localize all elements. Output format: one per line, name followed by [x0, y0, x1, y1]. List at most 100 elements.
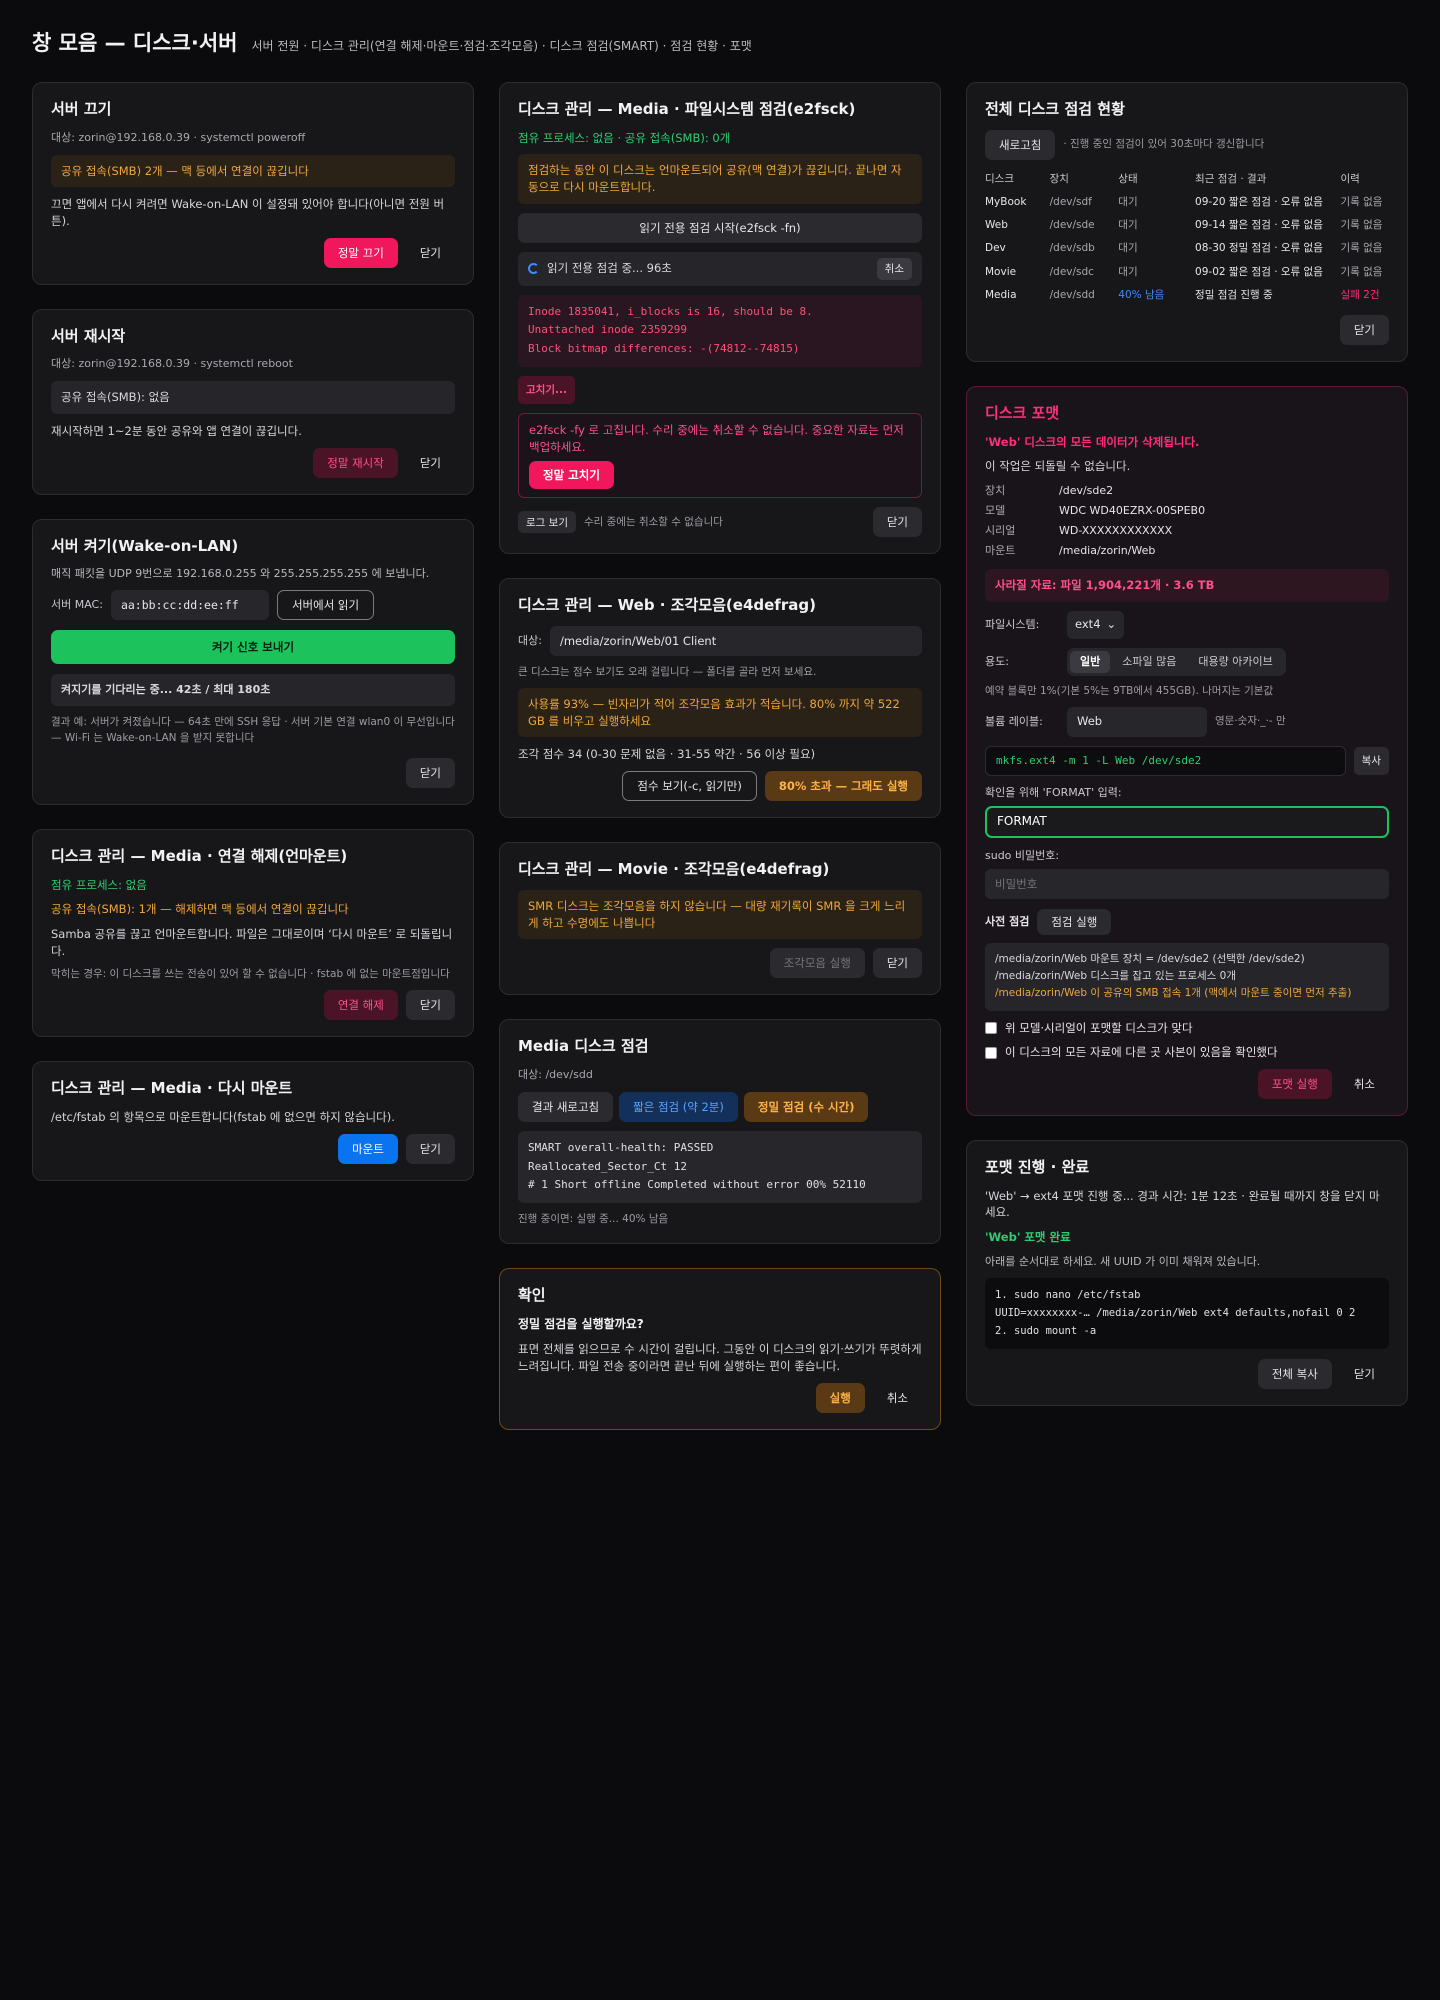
wol-dialog: 서버 켜기(Wake-on-LAN) 매직 패킷을 UDP 9번으로 192.1…: [32, 518, 474, 805]
page-title: 창 모음 — 디스크·서버: [32, 31, 238, 55]
error-line: Block bitmap differences: -(74812--74815…: [528, 342, 800, 356]
error-line: Unattached inode 2359299: [528, 323, 687, 337]
poweroff-dialog: 서버 끄기 대상: zorin@192.168.0.39 · systemctl…: [32, 82, 474, 285]
refresh-button[interactable]: 새로고침: [985, 129, 1056, 160]
page-header: 창 모음 — 디스크·서버 서버 전원 · 디스크 관리(연결 해제·마운트·점…: [32, 28, 752, 58]
smb-info: 공유 접속(SMB): 없음: [51, 381, 455, 415]
output-line: Reallocated_Sector_Ct 12: [528, 1159, 687, 1173]
table-row: Web/dev/sde 대기 09-14 짧은 점검 · 오류 없음 기록 없음: [985, 219, 1383, 232]
command-preview: mkfs.ext4 -m 1 -L Web /dev/sde2: [985, 745, 1346, 776]
fix-button[interactable]: 고치기...: [518, 375, 575, 404]
table-row: Movie/dev/sdc 대기 09-02 짧은 점검 · 오류 없음 기록 없음: [985, 265, 1383, 278]
reboot-dialog: 서버 재시작 대상: zorin@192.168.0.39 · systemct…: [32, 308, 474, 495]
sudo-password-input[interactable]: [985, 868, 1389, 899]
table-row: MyBook/dev/sdf 대기 09-20 짧은 점검 · 오류 없음 기록 없음: [985, 195, 1383, 208]
copy-all-button[interactable]: 전체 복사: [1257, 1358, 1332, 1389]
close-button[interactable]: 닫기: [872, 507, 922, 538]
dialog-title: Media 디스크 점검: [518, 1037, 649, 1056]
volume-label: 볼륨 레이블:: [985, 714, 1043, 728]
instructions: 아래를 순서대로 하세요. 새 UUID 가 이미 채워져 있습니다.: [985, 1254, 1261, 1268]
long-test-button[interactable]: 정밀 점검 (수 시간): [743, 1091, 869, 1122]
confirm-fix-button[interactable]: 정말 고치기: [529, 461, 614, 490]
confirm-reboot-button[interactable]: 정말 재시작: [313, 447, 398, 478]
view-log-button[interactable]: 로그 보기: [518, 511, 576, 534]
format-confirm-input[interactable]: FORMAT: [985, 805, 1389, 838]
mount-button[interactable]: 마운트: [338, 1133, 398, 1164]
volume-label-input[interactable]: Web: [1067, 706, 1207, 737]
description: 표면 전체를 읽으므로 수 시간이 걸립니다. 그동안 이 디스크의 읽기·쓰기…: [518, 1342, 922, 1374]
precheck-run-button[interactable]: 점검 실행: [1037, 908, 1112, 935]
close-button[interactable]: 닫기: [405, 990, 455, 1021]
close-button[interactable]: 닫기: [406, 448, 455, 478]
format-dialog: 디스크 포맷 'Web' 디스크의 모든 데이터가 삭제됩니다. 이 작업은 되…: [966, 386, 1408, 1116]
confirm-question: 정밀 점검을 실행할까요?: [518, 1316, 644, 1331]
confirm-poweroff-button[interactable]: 정말 끄기: [323, 237, 398, 268]
irreversible-note: 이 작업은 되돌릴 수 없습니다.: [985, 459, 1131, 474]
run-button[interactable]: 실행: [815, 1382, 865, 1413]
close-button[interactable]: 닫기: [1340, 1359, 1389, 1389]
usage-option[interactable]: 일반: [1070, 650, 1111, 673]
target-meta: 대상: zorin@192.168.0.39 · systemctl power…: [51, 130, 306, 144]
usage-option[interactable]: 대용량 아카이브: [1188, 651, 1282, 673]
start-readonly-check-button[interactable]: 읽기 전용 점검 시작(e2fsck -fn): [518, 212, 922, 243]
close-button[interactable]: 닫기: [1339, 315, 1389, 346]
send-wol-button[interactable]: 켜기 신호 보내기: [51, 630, 455, 665]
cancel-button[interactable]: 취소: [1340, 1069, 1389, 1099]
col-header: 디스크: [985, 172, 1014, 185]
table-row: Dev/dev/sdb 대기 08-30 정밀 점검 · 오류 없음 기록 없음: [985, 242, 1383, 255]
status-dialog: 전체 디스크 점검 현황 새로고침 · 진행 중인 점검이 있어 30초마다 갱…: [966, 82, 1408, 363]
close-button[interactable]: 닫기: [405, 1133, 455, 1164]
confirm-model-checkbox[interactable]: 위 모델·시리얼이 포맷할 디스크가 맞다: [985, 1020, 1389, 1037]
filesystem-select[interactable]: ext4 ⌄: [1067, 610, 1125, 639]
short-test-button[interactable]: 짧은 점검 (약 2분): [619, 1091, 738, 1122]
cancel-button[interactable]: 취소: [873, 1383, 922, 1413]
output-line: SMART overall-health: PASSED: [528, 1140, 714, 1154]
spinner-icon: [528, 263, 539, 275]
fsck-dialog: 디스크 관리 — Media · 파일시스템 점검(e2fsck) 점유 프로세…: [499, 82, 941, 555]
confirm-label: 확인을 위해 'FORMAT' 입력:: [985, 785, 1122, 799]
fragment-score: 조각 점수 34 (0-30 문제 없음 · 31-55 약간 · 56 이상 …: [518, 747, 816, 762]
column-left: 서버 끄기 대상: zorin@192.168.0.39 · systemctl…: [32, 82, 474, 1181]
copy-command-button[interactable]: 복사: [1353, 746, 1389, 775]
mac-input[interactable]: aa:bb:cc:dd:ee:ff: [110, 590, 269, 621]
progress-status: 'Web' → ext4 포맷 진행 중... 경과 시간: 1분 12초 · …: [985, 1188, 1380, 1220]
read-from-server-button[interactable]: 서버에서 읽기: [276, 590, 375, 621]
dialog-title: 확인: [518, 1286, 546, 1305]
dialog-title: 디스크 포맷: [985, 404, 1060, 423]
unmount-button[interactable]: 연결 해제: [323, 990, 398, 1021]
check-progress: 읽기 전용 점검 중... 96초: [547, 261, 672, 276]
col-header: 최근 점검 · 결과: [1195, 172, 1267, 185]
data-loss-summary: 사라질 자료: 파일 1,904,221개 · 3.6 TB: [985, 568, 1389, 602]
target-path-input[interactable]: /media/zorin/Web/01 Client: [549, 625, 922, 656]
usage-option[interactable]: 소파일 많음: [1112, 651, 1186, 673]
remount-dialog: 디스크 관리 — Media · 다시 마운트 /etc/fstab 의 항목으…: [32, 1061, 474, 1181]
close-button[interactable]: 닫기: [405, 757, 455, 788]
description: Samba 공유를 끊고 언마운트합니다. 파일은 그대로이며 ‘다시 마운트’…: [51, 926, 453, 958]
log-note: 수리 중에는 취소할 수 없습니다: [583, 515, 723, 528]
sudo-label: sudo 비밀번호:: [985, 848, 1060, 862]
run-defrag-button[interactable]: 조각모음 실행: [769, 948, 865, 979]
confirm-backup-checkbox[interactable]: 이 디스크의 모든 자료에 다른 곳 사본이 있음을 확인했다: [985, 1044, 1389, 1061]
precheck-label: 사전 점검: [985, 914, 1030, 928]
process-status: 점유 프로세스: 없음: [51, 877, 147, 892]
mac-label: 서버 MAC:: [51, 598, 103, 612]
target-meta: 대상: /dev/sdd: [518, 1068, 593, 1081]
fix-warning: e2fsck -fy 로 고칩니다. 수리 중에는 취소할 수 없습니다. 중요…: [529, 422, 904, 454]
close-button[interactable]: 닫기: [406, 238, 455, 268]
run-format-button[interactable]: 포맷 실행: [1257, 1068, 1332, 1099]
force-run-button[interactable]: 80% 초과 — 그래도 실행: [764, 771, 922, 802]
smart-dialog: Media 디스크 점검 대상: /dev/sdd 결과 새로고침 짧은 점검 …: [499, 1019, 941, 1245]
description: 매직 패킷을 UDP 9번으로 192.168.0.255 와 255.255.…: [51, 567, 430, 581]
smr-warning: SMR 디스크는 조각모음을 하지 않습니다 — 대량 재기록이 SMR 을 크…: [518, 889, 922, 940]
view-score-button[interactable]: 점수 보기(-c, 읽기만): [622, 771, 757, 802]
cancel-check-button[interactable]: 취소: [876, 257, 912, 280]
danger-warning: 'Web' 디스크의 모든 데이터가 삭제됩니다.: [985, 434, 1200, 449]
close-button[interactable]: 닫기: [872, 948, 922, 979]
smart-output: SMART overall-health: PASSED Reallocated…: [518, 1130, 922, 1203]
description: 재시작하면 1~2분 동안 공유와 앱 연결이 끊깁니다.: [51, 424, 302, 439]
refresh-results-button[interactable]: 결과 새로고침: [518, 1091, 614, 1122]
table-row: Media/dev/sdd 40% 남음 정밀 점검 진행 중 실패 2건: [985, 288, 1380, 301]
process-status: 점유 프로세스: 없음 · 공유 접속(SMB): 0개: [518, 130, 731, 145]
format-progress-dialog: 포맷 진행 · 완료 'Web' → ext4 포맷 진행 중... 경과 시간…: [966, 1139, 1408, 1406]
progress-note: 진행 중이면: 실행 중... 40% 남음: [518, 1213, 669, 1225]
